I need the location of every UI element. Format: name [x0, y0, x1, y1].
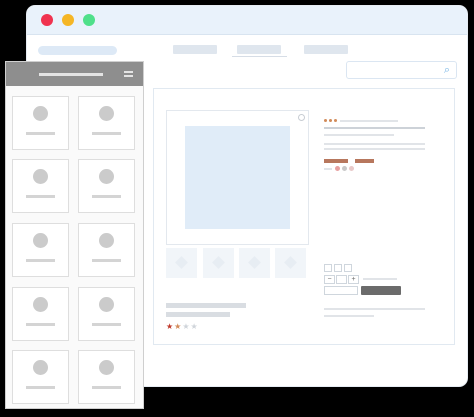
size-option[interactable]	[344, 264, 352, 272]
info-line	[324, 127, 425, 129]
image-icon	[248, 256, 261, 269]
nav-tab-3[interactable]	[304, 45, 348, 54]
product-card[interactable]	[78, 223, 135, 277]
card-text-placeholder	[92, 323, 121, 326]
avatar-icon	[99, 360, 114, 375]
color-swatch[interactable]	[342, 166, 347, 171]
rating-dot	[329, 119, 332, 122]
avatar-icon	[33, 297, 48, 312]
close-window-button[interactable]	[41, 14, 53, 26]
product-subtitle-placeholder	[166, 312, 230, 317]
star-icon: ★	[166, 322, 175, 331]
size-option[interactable]	[334, 264, 342, 272]
info-line	[324, 148, 425, 150]
thumbnail[interactable]	[239, 248, 270, 278]
product-card[interactable]	[12, 287, 69, 341]
card-text-placeholder	[26, 323, 55, 326]
quantity-decrease-button[interactable]: −	[324, 275, 335, 284]
maximize-window-button[interactable]	[83, 14, 95, 26]
quantity-input[interactable]	[336, 275, 347, 284]
size-option[interactable]	[324, 264, 332, 272]
minimize-window-button[interactable]	[62, 14, 74, 26]
product-card[interactable]	[12, 350, 69, 404]
hamburger-icon[interactable]	[124, 71, 133, 77]
info-line	[324, 308, 425, 310]
product-card[interactable]	[12, 159, 69, 213]
card-text-placeholder	[26, 386, 55, 389]
add-to-cart-button[interactable]	[361, 286, 401, 295]
info-line	[324, 143, 425, 145]
info-line	[324, 315, 374, 317]
stock-text-placeholder	[363, 278, 397, 280]
wishlist-button[interactable]	[324, 286, 358, 295]
card-text-placeholder	[26, 195, 55, 198]
avatar-icon	[33, 106, 48, 121]
card-text-placeholder	[92, 195, 121, 198]
product-title-placeholder	[166, 303, 246, 308]
thumbnail[interactable]	[203, 248, 234, 278]
mobile-title-placeholder	[39, 73, 103, 76]
avatar-icon	[99, 169, 114, 184]
info-line	[324, 134, 394, 136]
product-card[interactable]	[78, 350, 135, 404]
product-panel: ★★★★ − +	[153, 88, 455, 345]
avatar-icon	[33, 233, 48, 248]
mobile-header	[6, 62, 143, 86]
search-input[interactable]: ⌕	[346, 61, 457, 79]
avatar-icon	[99, 106, 114, 121]
sale-price-placeholder	[355, 159, 374, 163]
rating-text-placeholder	[340, 120, 398, 122]
nav-tab-1[interactable]	[173, 45, 217, 54]
logo-placeholder[interactable]	[38, 46, 117, 55]
card-text-placeholder	[92, 259, 121, 262]
title-bar	[27, 6, 467, 35]
rating-dot	[324, 119, 327, 122]
product-image-frame	[166, 110, 309, 245]
quantity-increase-button[interactable]: +	[348, 275, 359, 284]
thumbnail[interactable]	[166, 248, 197, 278]
rating-dot	[334, 119, 337, 122]
price-placeholder	[324, 159, 348, 163]
rating-stars[interactable]: ★★★★	[166, 323, 199, 331]
thumbnail[interactable]	[275, 248, 306, 278]
card-text-placeholder	[26, 132, 55, 135]
color-label	[324, 168, 332, 170]
product-card[interactable]	[78, 287, 135, 341]
product-card[interactable]	[78, 159, 135, 213]
color-swatch[interactable]	[349, 166, 354, 171]
image-icon	[212, 256, 225, 269]
product-image[interactable]	[185, 126, 290, 229]
avatar-icon	[99, 233, 114, 248]
star-icon: ★	[182, 322, 191, 331]
image-icon	[284, 256, 297, 269]
card-text-placeholder	[26, 259, 55, 262]
mobile-preview-window	[5, 61, 144, 409]
star-icon: ★	[190, 322, 199, 331]
avatar-icon	[99, 297, 114, 312]
product-card[interactable]	[12, 223, 69, 277]
card-text-placeholder	[92, 386, 121, 389]
active-tab-indicator	[232, 56, 287, 57]
image-icon	[175, 256, 188, 269]
color-swatch[interactable]	[335, 166, 340, 171]
avatar-icon	[33, 360, 48, 375]
nav-tab-2[interactable]	[237, 45, 281, 54]
avatar-icon	[33, 169, 48, 184]
search-icon[interactable]: ⌕	[444, 63, 450, 77]
product-card[interactable]	[12, 96, 69, 150]
zoom-icon[interactable]	[298, 114, 305, 121]
card-text-placeholder	[92, 132, 121, 135]
product-card[interactable]	[78, 96, 135, 150]
